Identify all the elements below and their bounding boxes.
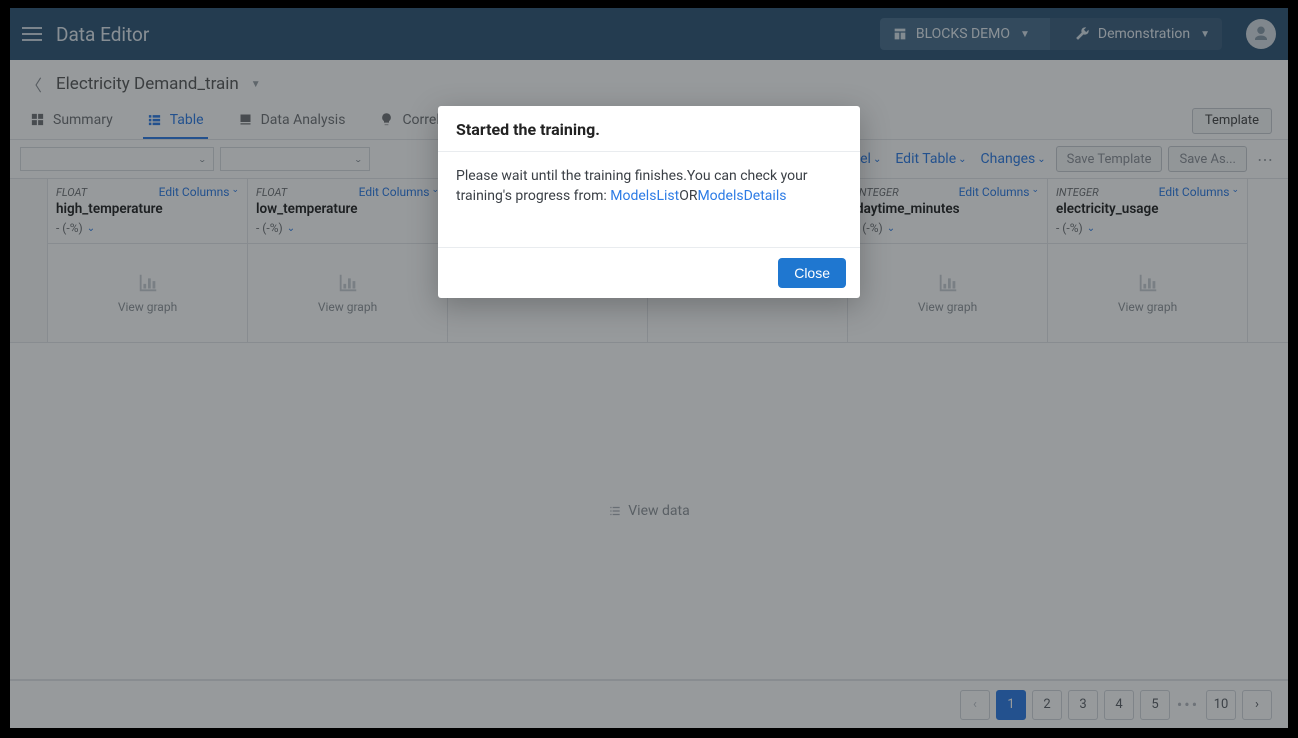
models-details-link[interactable]: ModelsDetails [697,188,786,204]
training-started-modal: Started the training. Please wait until … [438,106,860,298]
models-list-link[interactable]: ModelsList [610,188,679,204]
close-button[interactable]: Close [778,258,846,288]
modal-or: OR [679,188,697,204]
modal-title: Started the training. [456,120,842,139]
app-frame: Data Editor BLOCKS DEMO ▼ Demonstration … [10,8,1288,728]
modal-overlay[interactable]: Started the training. Please wait until … [10,8,1288,728]
modal-body: Please wait until the training finishes.… [438,152,860,247]
